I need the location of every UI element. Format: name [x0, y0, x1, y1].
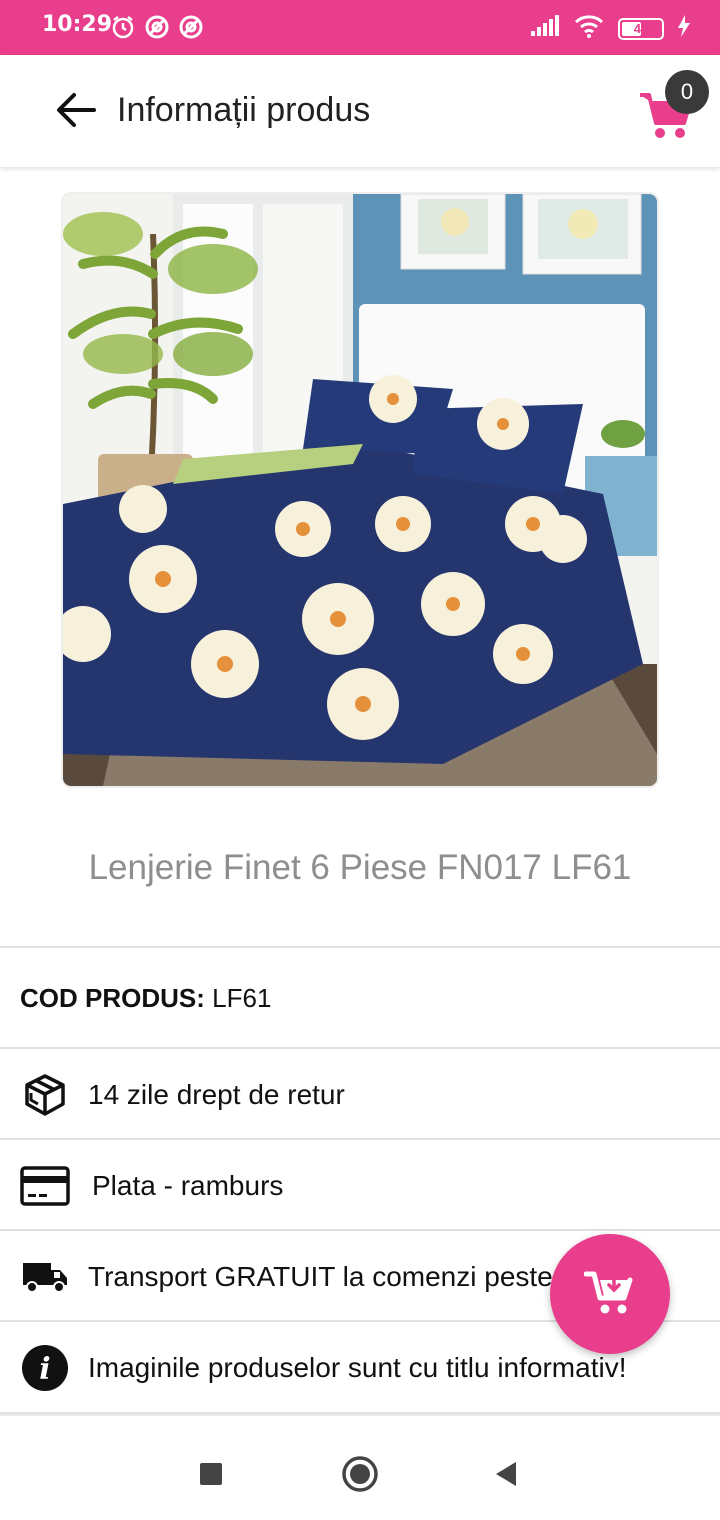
- info-text-disclaimer: Imaginile produselor sunt cu titlu infor…: [88, 1352, 627, 1383]
- system-nav-bar: [0, 1414, 720, 1520]
- divider: [0, 1138, 720, 1140]
- info-row-returns: 14 zile drept de retur: [0, 1050, 720, 1140]
- page-title: Informații produs: [117, 91, 371, 129]
- product-name: Lenjerie Finet 6 Piese FN017 LF61: [88, 848, 632, 887]
- svg-text:i: i: [39, 1352, 50, 1387]
- alarm-icon: [110, 14, 136, 40]
- status-system-icons: 49: [530, 14, 690, 43]
- wifi-icon: [574, 14, 604, 43]
- divider: [0, 946, 720, 948]
- credit-card-icon: [20, 1161, 70, 1211]
- info-text-returns: 14 zile drept de retur: [88, 1079, 345, 1110]
- battery-icon: 49: [618, 17, 664, 40]
- product-code-value: LF61: [212, 982, 272, 1013]
- back-arrow-icon[interactable]: [54, 90, 98, 130]
- info-text-payment: Plata - ramburs: [92, 1170, 284, 1201]
- back-icon[interactable]: [494, 1460, 518, 1493]
- truck-icon: [20, 1252, 70, 1302]
- status-bar: 10:29 49: [0, 0, 720, 55]
- add-to-cart-button[interactable]: [550, 1234, 670, 1354]
- battery-percent: 49: [633, 21, 649, 36]
- app-bar: Informații produs 0: [0, 55, 720, 167]
- signal-icon: [530, 15, 560, 42]
- add-to-cart-icon: [583, 1268, 636, 1321]
- info-row-payment: Plata - ramburs: [0, 1141, 720, 1231]
- do-not-disturb-icon: [144, 14, 170, 40]
- status-time: 10:29: [42, 12, 113, 37]
- charging-icon: [678, 15, 690, 42]
- divider: [0, 1047, 720, 1049]
- package-return-icon: [20, 1070, 70, 1120]
- divider: [0, 1229, 720, 1231]
- cart-count-badge: 0: [665, 70, 709, 114]
- home-icon[interactable]: [341, 1455, 379, 1498]
- product-image[interactable]: [61, 192, 659, 788]
- recent-apps-icon[interactable]: [199, 1462, 223, 1491]
- product-code-row: COD PRODUS: LF61: [0, 953, 720, 1043]
- status-notification-icons: [110, 14, 204, 40]
- do-not-disturb-icon: [178, 14, 204, 40]
- info-icon: i: [20, 1343, 70, 1393]
- product-code: COD PRODUS: LF61: [20, 983, 271, 1014]
- product-code-label: COD PRODUS:: [20, 982, 205, 1013]
